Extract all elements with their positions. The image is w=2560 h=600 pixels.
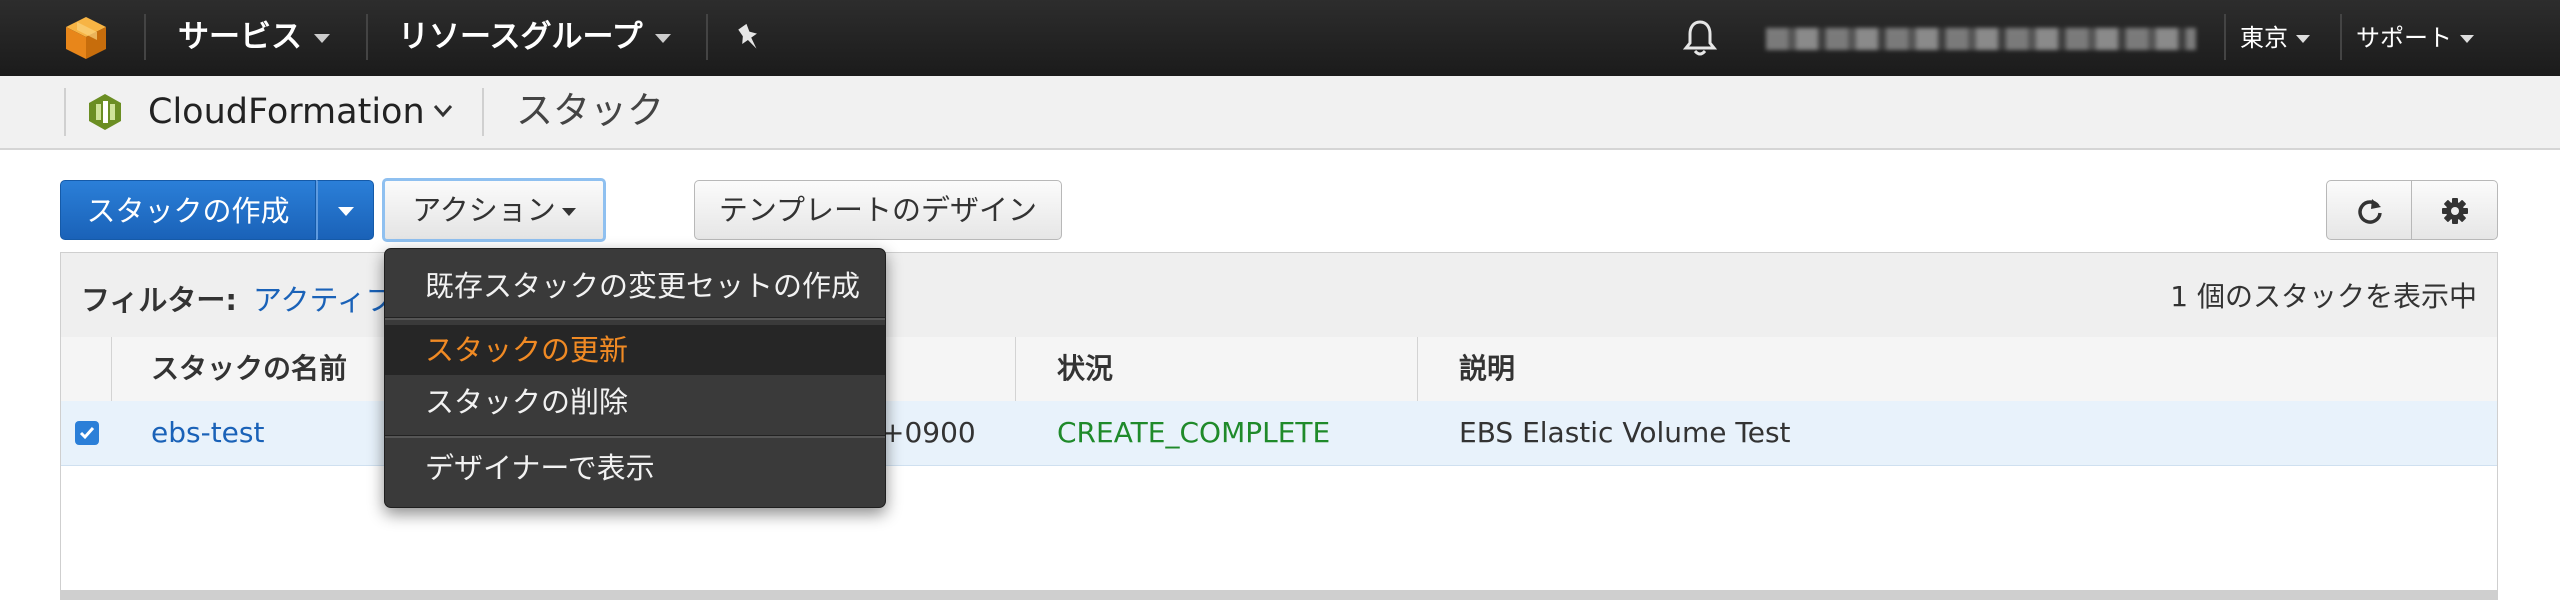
- create-stack-dropdown-button[interactable]: [316, 180, 374, 240]
- bell-icon[interactable]: [1682, 18, 1718, 58]
- filter-label: フィルター:: [81, 283, 238, 317]
- gear-icon: [2442, 198, 2468, 224]
- pin-icon[interactable]: [733, 22, 765, 54]
- servicebar-divider: [64, 88, 66, 136]
- top-navigation-bar: サービス リソースグループ 東京 サポート: [0, 0, 2560, 76]
- region-label: 東京: [2240, 24, 2288, 52]
- chevron-down-icon[interactable]: [432, 102, 454, 120]
- topbar-divider: [144, 14, 146, 60]
- settings-button[interactable]: [2412, 180, 2498, 240]
- topbar-divider: [706, 14, 708, 60]
- horizontal-scrollbar[interactable]: [61, 590, 2497, 600]
- refresh-icon: [2358, 199, 2382, 224]
- menu-divider: [385, 317, 885, 320]
- topbar-divider: [366, 14, 368, 60]
- column-header-description[interactable]: 説明: [1459, 337, 1515, 401]
- stack-count: 1 個のスタックを表示中: [2170, 280, 2477, 313]
- menu-divider: [385, 435, 885, 438]
- cloudformation-icon[interactable]: [86, 92, 124, 132]
- topbar-divider: [2224, 14, 2226, 60]
- chevron-down-icon: [314, 34, 330, 43]
- service-header-bar: CloudFormation スタック: [0, 76, 2560, 150]
- actions-menu: 既存スタックの変更セットの作成 スタックの更新 スタックの削除 デザイナーで表示: [384, 248, 886, 508]
- resource-groups-menu[interactable]: リソースグループ: [398, 16, 671, 58]
- stack-name-link[interactable]: ebs-test: [151, 401, 264, 465]
- account-menu-blurred[interactable]: [1766, 28, 2196, 50]
- actions-label: アクション: [412, 193, 556, 227]
- services-label: サービス: [178, 19, 302, 55]
- service-name[interactable]: CloudFormation: [148, 90, 425, 134]
- actions-dropdown-button[interactable]: アクション: [382, 178, 606, 242]
- template-design-button[interactable]: テンプレートのデザイン: [694, 180, 1062, 240]
- servicebar-divider: [482, 88, 484, 136]
- resource-groups-label: リソースグループ: [398, 19, 643, 55]
- region-menu[interactable]: 東京: [2240, 20, 2310, 56]
- services-menu[interactable]: サービス: [178, 16, 330, 58]
- description-cell: EBS Elastic Volume Test: [1459, 416, 1791, 449]
- status-cell: CREATE_COMPLETE: [1057, 416, 1331, 449]
- chevron-down-icon: [2460, 35, 2474, 43]
- chevron-down-icon: [338, 207, 354, 216]
- checkmark-icon: [79, 427, 95, 440]
- create-stack-button[interactable]: スタックの作成: [60, 180, 316, 240]
- menu-item-update-stack[interactable]: スタックの更新: [385, 325, 885, 375]
- column-header-stack-name[interactable]: スタックの名前: [151, 337, 347, 401]
- menu-item-create-change-set[interactable]: 既存スタックの変更セットの作成: [385, 261, 885, 311]
- support-menu[interactable]: サポート: [2356, 20, 2474, 56]
- column-header-status[interactable]: 状況: [1057, 337, 1113, 401]
- topbar-divider: [2340, 14, 2342, 60]
- menu-item-view-in-designer[interactable]: デザイナーで表示: [385, 443, 885, 493]
- refresh-button[interactable]: [2326, 180, 2412, 240]
- chevron-down-icon: [561, 208, 576, 216]
- created-time-cell: +0900: [881, 416, 976, 449]
- row-checkbox[interactable]: [75, 421, 99, 445]
- filter-dropdown[interactable]: アクティブ: [253, 277, 395, 319]
- aws-cube-icon[interactable]: [62, 14, 110, 62]
- menu-item-delete-stack[interactable]: スタックの削除: [385, 377, 885, 427]
- chevron-down-icon: [2296, 35, 2310, 43]
- page-title: スタック: [516, 89, 664, 132]
- chevron-down-icon: [654, 34, 671, 43]
- support-label: サポート: [2356, 24, 2452, 52]
